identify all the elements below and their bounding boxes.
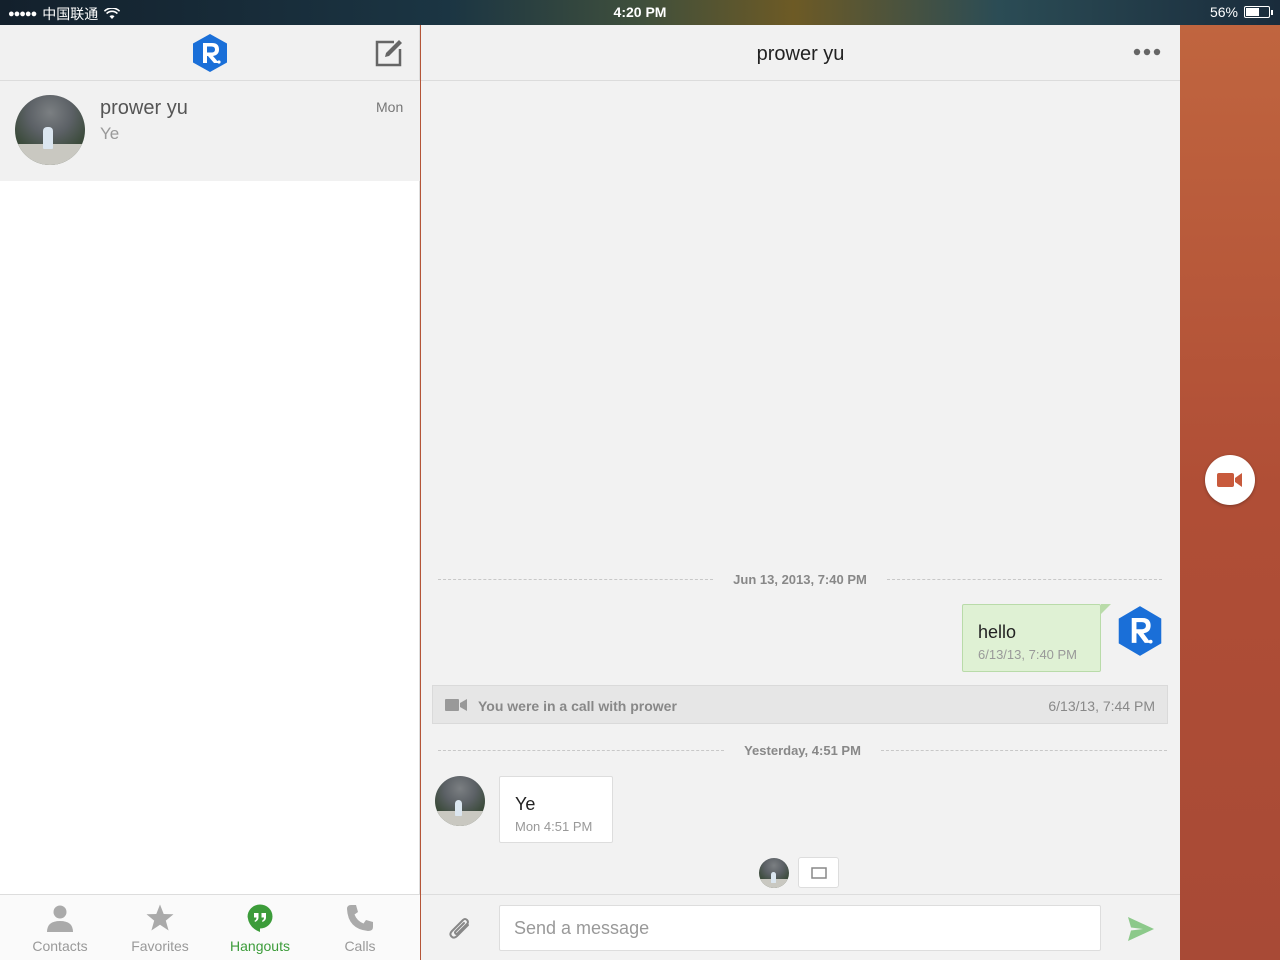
status-time: 4:20 PM <box>613 4 667 20</box>
typing-indicator <box>798 857 839 888</box>
app-logo-icon[interactable] <box>190 33 230 73</box>
attachment-icon[interactable] <box>446 915 474 943</box>
conversation-name: prower yu <box>100 97 188 119</box>
star-icon <box>146 904 174 931</box>
tab-contacts[interactable]: Contacts <box>10 895 110 960</box>
message-text: Ye <box>515 794 536 814</box>
message-input[interactable] <box>499 905 1101 951</box>
message-composer <box>421 894 1180 960</box>
compose-icon[interactable] <box>374 39 404 67</box>
video-camera-icon <box>445 699 467 711</box>
video-camera-icon <box>1217 473 1242 487</box>
message-timestamp: 6/13/13, 7:40 PM <box>978 647 1078 662</box>
chat-header: prower yu <box>421 25 1180 81</box>
contact-avatar <box>15 95 85 165</box>
conversation-sidebar: prower yu Ye Mon Contacts Favorites Hang… <box>0 25 420 960</box>
tab-contacts-label: Contacts <box>32 938 88 954</box>
date-divider: Yesterday, 4:51 PM <box>438 740 1168 760</box>
bubble-tail <box>1101 604 1111 614</box>
chat-pane: prower yu Jun 13, 2013, 7:40 PM hello 6/… <box>421 25 1180 960</box>
send-icon[interactable] <box>1127 916 1155 942</box>
my-avatar-icon <box>1118 606 1162 656</box>
contact-avatar <box>435 776 485 826</box>
status-bar: ●●●●● 中国联通 4:20 PM 56% <box>0 0 1280 25</box>
conversation-time: Mon <box>376 99 404 115</box>
tab-favorites-label: Favorites <box>131 938 189 954</box>
battery-percent: 56% <box>1209 4 1238 20</box>
battery-icon <box>1244 6 1273 18</box>
more-options-icon[interactable] <box>1133 47 1161 57</box>
person-icon <box>47 905 73 932</box>
video-call-button[interactable] <box>1205 455 1255 505</box>
tab-hangouts-label: Hangouts <box>230 938 290 954</box>
tab-calls-label: Calls <box>344 938 376 954</box>
call-event-timestamp: 6/13/13, 7:44 PM <box>1048 698 1155 714</box>
incoming-message-bubble[interactable]: Ye Mon 4:51 PM <box>499 776 613 843</box>
date-divider: Jun 13, 2013, 7:40 PM <box>438 569 1162 589</box>
hangouts-icon <box>247 904 273 932</box>
call-event-text: You were in a call with prower <box>478 698 677 714</box>
tab-favorites[interactable]: Favorites <box>110 895 210 960</box>
conversation-snippet: Ye <box>100 124 120 143</box>
phone-icon <box>347 905 373 931</box>
date-divider-label: Jun 13, 2013, 7:40 PM <box>733 571 867 587</box>
tab-calls[interactable]: Calls <box>310 895 410 960</box>
call-event-row: You were in a call with prower 6/13/13, … <box>432 685 1168 724</box>
pencil-box-icon <box>810 866 827 879</box>
chat-title: prower yu <box>756 43 845 65</box>
outgoing-message-bubble[interactable]: hello 6/13/13, 7:40 PM <box>962 604 1101 672</box>
tab-hangouts[interactable]: Hangouts <box>210 895 310 960</box>
message-timestamp: Mon 4:51 PM <box>515 819 593 834</box>
date-divider-label: Yesterday, 4:51 PM <box>744 742 861 758</box>
message-text: hello <box>978 622 1017 642</box>
sidebar-header <box>0 25 419 81</box>
read-receipt-avatar <box>759 858 789 888</box>
conversation-item[interactable]: prower yu Ye Mon <box>0 81 420 181</box>
bottom-tab-bar: Contacts Favorites Hangouts Calls <box>0 894 420 960</box>
